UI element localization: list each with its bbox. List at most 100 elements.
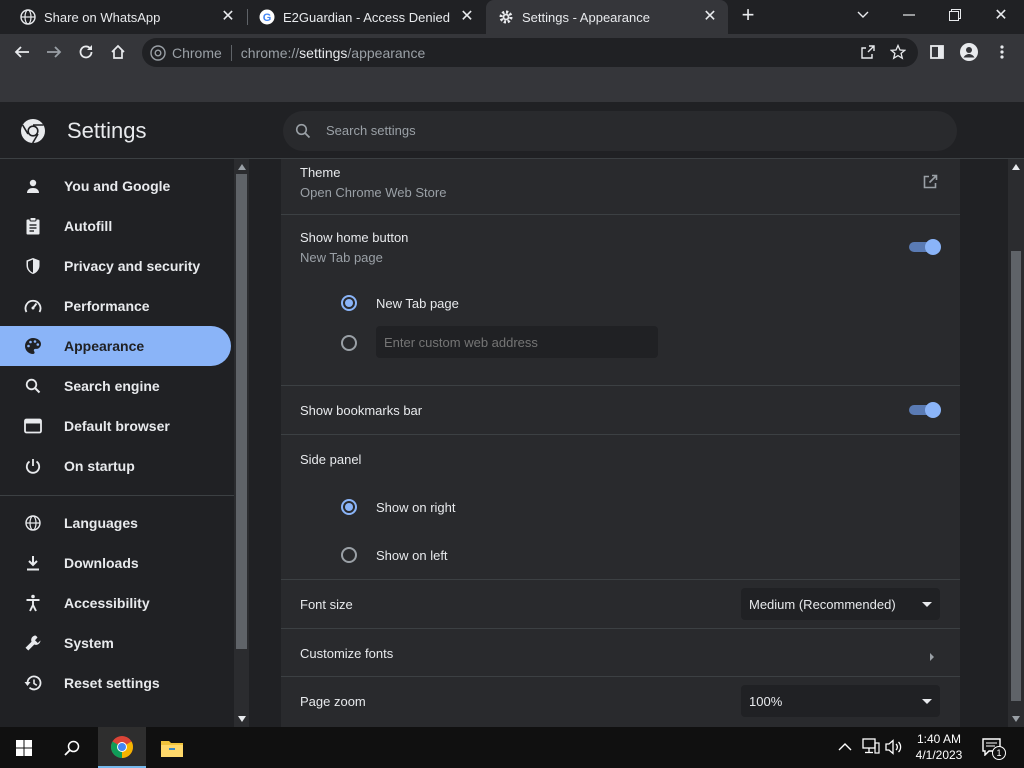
home-button[interactable] [104, 38, 132, 66]
close-icon[interactable]: ✕ [459, 9, 475, 25]
close-window-button[interactable]: ✕ [978, 0, 1024, 30]
network-icon[interactable] [862, 738, 880, 759]
home-button-title: Show home button [300, 230, 409, 245]
url-prefix: chrome:// [240, 44, 300, 61]
font-size-select[interactable]: Medium (Recommended) [741, 588, 940, 620]
sidebar-item-label: On startup [64, 458, 135, 474]
taskbar-chrome[interactable] [98, 727, 146, 768]
sidebar-item-on-startup[interactable]: On startup [0, 446, 231, 486]
search-icon [24, 377, 42, 395]
chrome-logo-icon [150, 44, 166, 61]
side-panel-icon [930, 45, 944, 59]
sidebar-item-you-and-google[interactable]: You and Google [0, 166, 231, 206]
sidebar-item-downloads[interactable]: Downloads [0, 543, 231, 583]
bookmarks-bar [0, 71, 1024, 103]
row-divider [281, 579, 960, 580]
tab-title: Settings - Appearance [522, 9, 650, 25]
globe-icon [20, 9, 36, 25]
custom-web-address-input[interactable] [376, 326, 658, 358]
tab-share-whatsapp[interactable]: Share on WhatsApp ✕ [0, 0, 246, 34]
profile-button[interactable] [955, 38, 983, 66]
back-button[interactable] [8, 38, 36, 66]
row-divider [281, 434, 960, 435]
customize-fonts-title: Customize fonts [300, 646, 394, 661]
scroll-down-icon [1012, 716, 1020, 722]
sidebar-item-label: System [64, 635, 114, 651]
shield-icon [24, 257, 42, 275]
sidebar-item-reset-settings[interactable]: Reset settings [0, 663, 231, 703]
settings-header: Settings Search settings [0, 103, 1024, 159]
start-button[interactable] [0, 727, 48, 768]
action-center-button[interactable]: 1 [982, 738, 1006, 760]
sidebar-item-appearance[interactable]: Appearance [0, 326, 231, 366]
scrollbar-thumb[interactable] [1011, 251, 1021, 701]
taskbar-search-button[interactable] [48, 727, 96, 768]
search-input[interactable]: Search settings [283, 111, 957, 151]
google-icon: G [259, 9, 275, 25]
radio-show-on-right[interactable] [341, 499, 357, 515]
taskbar-file-explorer[interactable] [148, 727, 196, 768]
sidebar-scrollbar[interactable] [234, 159, 249, 727]
power-icon [24, 457, 42, 475]
sidebar-item-languages[interactable]: Languages [0, 503, 231, 543]
windows-taskbar: 1:40 AM 4/1/2023 1 [0, 727, 1024, 768]
home-icon [111, 44, 125, 59]
sidebar-item-performance[interactable]: Performance [0, 286, 231, 326]
menu-button[interactable] [988, 38, 1016, 66]
external-link-icon[interactable] [922, 174, 938, 195]
sidebar-item-system[interactable]: System [0, 623, 231, 663]
address-bar[interactable]: Chrome chrome://settings/appearance [142, 38, 918, 67]
reset-history-icon [24, 674, 42, 692]
dropdown-arrow-icon [922, 602, 932, 607]
chrome-logo-icon [20, 118, 46, 149]
sidebar-item-default-browser[interactable]: Default browser [0, 406, 231, 446]
forward-button[interactable] [40, 38, 68, 66]
bookmark-star-icon[interactable] [890, 44, 906, 60]
side-panel-button[interactable] [923, 38, 951, 66]
system-clock[interactable]: 1:40 AM 4/1/2023 [908, 731, 970, 763]
dropdown-arrow-icon [922, 699, 932, 704]
sidebar-item-label: You and Google [64, 178, 171, 194]
volume-icon[interactable] [885, 739, 903, 760]
url-host: settings [299, 44, 348, 61]
svg-text:G: G [263, 12, 272, 24]
share-icon[interactable] [860, 44, 876, 60]
font-size-title: Font size [300, 597, 353, 612]
page-zoom-select[interactable]: 100% [741, 685, 940, 717]
sidebar-item-accessibility[interactable]: Accessibility [0, 583, 231, 623]
windows-logo-icon [16, 739, 32, 756]
sidebar-item-search-engine[interactable]: Search engine [0, 366, 231, 406]
tab-e2guardian[interactable]: G E2Guardian - Access Denied ✕ [239, 0, 485, 34]
tab-title: Share on WhatsApp [44, 9, 161, 25]
radio-custom-address[interactable] [341, 335, 357, 351]
main-scrollbar[interactable] [1008, 159, 1024, 727]
chevron-up-icon[interactable] [838, 739, 852, 757]
font-size-value: Medium (Recommended) [749, 597, 896, 612]
sidebar-item-privacy-security[interactable]: Privacy and security [0, 246, 231, 286]
close-icon[interactable]: ✕ [702, 9, 718, 25]
sidebar-divider [0, 495, 234, 496]
search-icon [64, 740, 80, 756]
sidebar-item-label: Privacy and security [64, 258, 201, 274]
new-tab-button[interactable]: + [725, 0, 771, 30]
sidebar-item-label: Performance [64, 298, 150, 314]
sidebar-item-label: Reset settings [64, 675, 160, 691]
radio-new-tab-page[interactable] [341, 295, 357, 311]
theme-subtitle: Open Chrome Web Store [300, 185, 447, 200]
url-path: /appearance [347, 44, 426, 61]
home-button-toggle[interactable] [909, 239, 941, 255]
folder-icon [161, 740, 183, 757]
minimize-button[interactable] [886, 0, 932, 30]
back-arrow-icon [14, 46, 29, 58]
scrollbar-thumb[interactable] [236, 174, 247, 649]
restore-button[interactable] [932, 0, 978, 30]
tab-search-chevron-icon[interactable] [840, 0, 886, 30]
sidebar-item-autofill[interactable]: Autofill [0, 206, 231, 246]
radio-show-on-left[interactable] [341, 547, 357, 563]
radio-label-new-tab-page: New Tab page [376, 296, 459, 311]
tab-settings-appearance[interactable]: Settings - Appearance ✕ [486, 0, 728, 34]
bookmarks-bar-toggle[interactable] [909, 402, 941, 418]
avatar-icon [960, 43, 978, 61]
close-icon[interactable]: ✕ [220, 9, 236, 25]
reload-button[interactable] [72, 38, 100, 66]
